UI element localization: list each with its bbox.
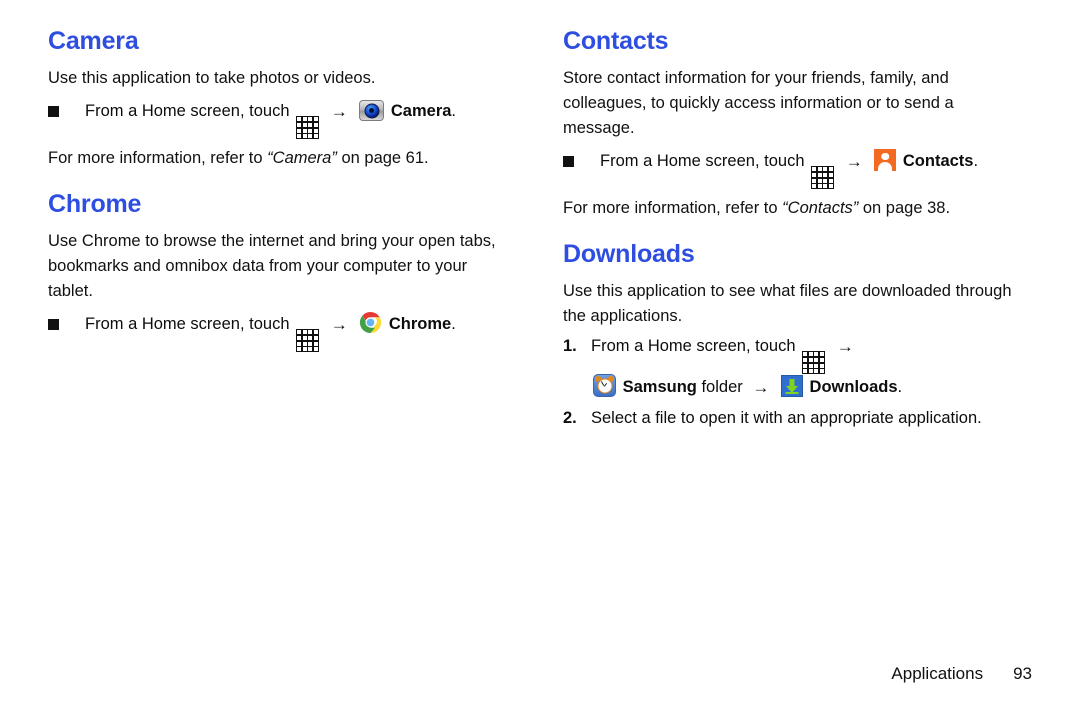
manual-page: Camera Use this application to take phot…: [0, 0, 1080, 720]
arrow-glyph: →: [845, 152, 863, 172]
chrome-intro-text: Use Chrome to browse the internet and br…: [48, 232, 496, 301]
camera-crossref: For more information, refer to “Camera” …: [48, 146, 503, 171]
camera-icon: [359, 100, 385, 122]
downloads-step-2-number: 2.: [563, 409, 577, 428]
downloads-step-1-folder-word: folder: [701, 378, 743, 397]
contacts-crossref-lead: For more information, refer to: [563, 199, 778, 218]
samsung-folder-icon: [593, 374, 616, 398]
arrow-glyph: →: [330, 102, 348, 122]
camera-bullet-item: From a Home screen, touch → Camera.: [48, 98, 503, 140]
contacts-crossref-tail: on page 38.: [862, 199, 951, 218]
heading-downloads: Downloads: [563, 240, 695, 269]
camera-crossref-lead: For more information, refer to: [48, 149, 263, 168]
right-column: Contacts Store contact information for y…: [563, 28, 1018, 436]
downloads-icon: [780, 375, 803, 398]
downloads-intro-text: Use this application to see what files a…: [563, 282, 1012, 326]
contacts-crossref: For more information, refer to “Contacts…: [563, 196, 1018, 221]
arrow-glyph: →: [836, 337, 854, 357]
camera-bullet-target: Camera: [390, 102, 452, 121]
heading-contacts: Contacts: [563, 27, 669, 55]
page-footer: Applications 93: [891, 664, 1032, 684]
footer-page-number: 93: [1013, 664, 1032, 683]
camera-crossref-title: “Camera”: [267, 149, 337, 168]
downloads-step-1-target: Downloads: [809, 378, 898, 397]
page-columns: Camera Use this application to take phot…: [0, 28, 1080, 436]
camera-intro-text: Use this application to take photos or v…: [48, 69, 376, 88]
downloads-step-1-prefix: From a Home screen, touch: [591, 337, 796, 356]
section-contacts: Contacts Store contact information for y…: [563, 28, 1018, 221]
downloads-step-1-suffix: .: [897, 378, 903, 397]
apps-grid-icon: [296, 116, 320, 140]
chrome-bullet-target: Chrome: [388, 315, 452, 334]
apps-grid-icon: [296, 329, 320, 353]
section-downloads: Downloads Use this application to see wh…: [563, 241, 1018, 432]
camera-crossref-tail: on page 61.: [341, 149, 429, 168]
left-column: Camera Use this application to take phot…: [48, 28, 503, 436]
downloads-step-1-number: 1.: [563, 337, 577, 356]
camera-bullet-prefix: From a Home screen, touch: [85, 102, 290, 121]
contacts-intro-text: Store contact information for your frien…: [563, 69, 954, 138]
chrome-bullet-prefix: From a Home screen, touch: [85, 315, 290, 334]
contacts-crossref-title: “Contacts”: [782, 199, 859, 218]
camera-bullet-suffix: .: [451, 102, 457, 121]
apps-grid-icon: [811, 166, 835, 190]
downloads-step-1-folder-name: Samsung: [622, 378, 697, 397]
contacts-bullet-target: Contacts: [902, 152, 974, 171]
section-chrome: Chrome Use Chrome to browse the internet…: [48, 190, 503, 353]
apps-grid-icon: [802, 351, 826, 375]
heading-chrome: Chrome: [48, 190, 142, 219]
contacts-bullet-prefix: From a Home screen, touch: [600, 152, 805, 171]
contacts-icon: [874, 149, 897, 172]
square-bullet-icon: [563, 156, 574, 168]
downloads-step-1: 1. From a Home screen, touch → Samsung f…: [563, 333, 1018, 401]
chrome-icon: [359, 311, 382, 334]
heading-camera: Camera: [48, 27, 139, 55]
chrome-bullet-suffix: .: [451, 315, 456, 334]
square-bullet-icon: [48, 106, 59, 118]
contacts-bullet-item: From a Home screen, touch → Contacts.: [563, 148, 1018, 190]
section-camera: Camera Use this application to take phot…: [48, 28, 503, 171]
chrome-bullet-item: From a Home screen, touch → Chrome.: [48, 311, 503, 353]
square-bullet-icon: [48, 319, 59, 331]
arrow-glyph: →: [330, 315, 348, 335]
contacts-bullet-suffix: .: [973, 152, 979, 171]
downloads-step-2-text: Select a file to open it with an appropr…: [591, 409, 982, 428]
downloads-step-2: 2. Select a file to open it with an appr…: [563, 405, 1018, 432]
arrow-glyph: →: [752, 378, 770, 398]
footer-section-label: Applications: [891, 664, 984, 683]
